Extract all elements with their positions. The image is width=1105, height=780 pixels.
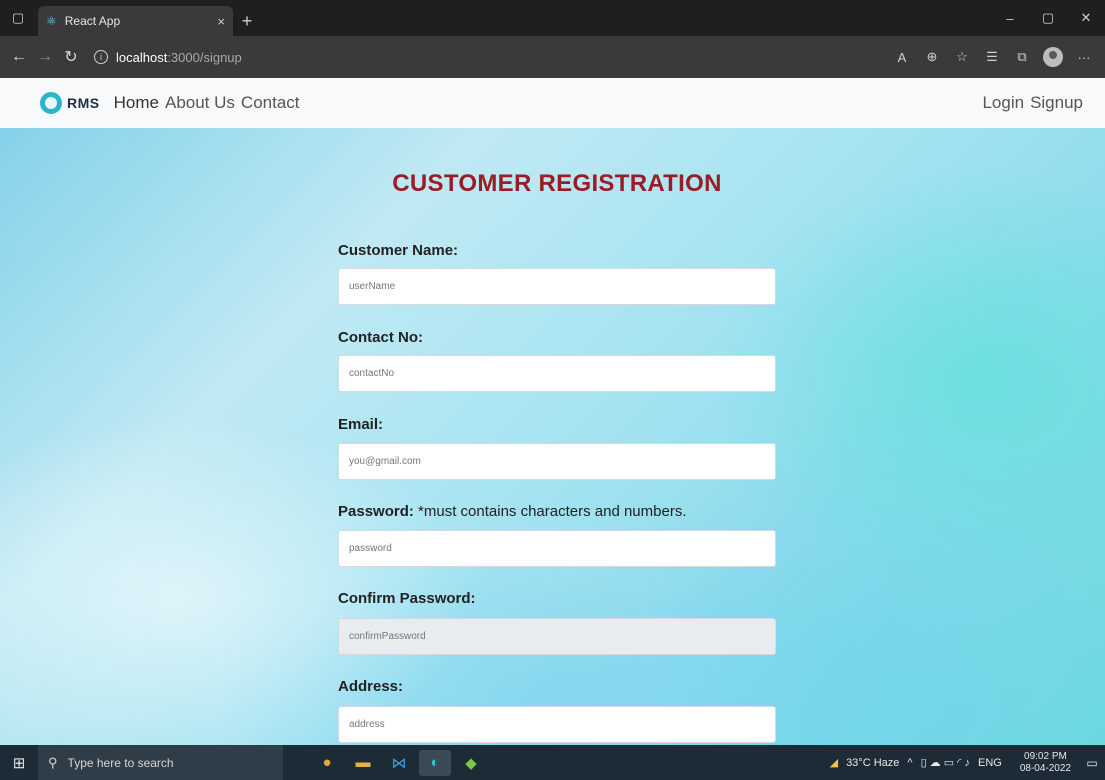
forward-icon[interactable]: → xyxy=(32,48,58,66)
customer-name-input[interactable]: userName xyxy=(338,268,776,305)
nav-home-link[interactable]: Home xyxy=(114,93,159,113)
file-explorer-icon[interactable]: ▬ xyxy=(347,750,379,776)
nav-about-link[interactable]: About Us xyxy=(165,93,235,113)
confirm-password-label: Confirm Password: xyxy=(338,590,476,607)
refresh-icon[interactable]: ↻ xyxy=(58,47,84,67)
more-icon[interactable]: ··· xyxy=(1069,50,1099,65)
react-logo-icon: ⚛ xyxy=(46,14,57,28)
collections-icon[interactable]: ⧉ xyxy=(1007,49,1037,65)
os-taskbar: ⊞ ⚲ Type here to search ● ▬ ⋈ ◐ ◆ ◢ 33°C… xyxy=(0,745,1105,780)
url-host: localhost xyxy=(116,49,168,65)
address-bar: ← → ↻ i localhost :3000/signup A ⊕ ☆ ☰ ⧉… xyxy=(0,36,1105,78)
tray-chevron-icon[interactable]: ^ xyxy=(907,757,912,769)
password-hint: *must contains characters and numbers. xyxy=(418,503,687,520)
weather-icon: ◢ xyxy=(829,757,839,769)
chrome-icon[interactable]: ● xyxy=(311,750,343,776)
language-indicator[interactable]: ENG xyxy=(978,757,1002,769)
back-icon[interactable]: ← xyxy=(6,48,32,66)
rms-logo-icon xyxy=(40,92,62,114)
confirm-password-input[interactable]: confirmPassword xyxy=(338,618,776,655)
contact-no-label: Contact No: xyxy=(338,329,423,346)
nav-signup-link[interactable]: Signup xyxy=(1030,93,1083,113)
password-label: Password: xyxy=(338,503,414,520)
maximize-button[interactable]: ▢ xyxy=(1029,10,1067,26)
tab-actions-icon[interactable]: ▢ xyxy=(0,0,36,36)
taskbar-apps: ● ▬ ⋈ ◐ ◆ xyxy=(311,749,491,776)
email-input[interactable]: you@gmail.com xyxy=(338,443,776,480)
search-icon: ⚲ xyxy=(48,754,58,770)
weather-text[interactable]: 33°C Haze xyxy=(846,757,899,769)
brand-text: RMS xyxy=(67,95,100,111)
info-icon[interactable]: i xyxy=(94,50,108,64)
page-content: RMS Home About Us Contact Login Signup C… xyxy=(0,78,1105,745)
close-window-button[interactable]: ✕ xyxy=(1067,10,1105,26)
spring-tool-icon[interactable]: ◆ xyxy=(455,750,487,776)
form-title: CUSTOMER REGISTRATION xyxy=(392,170,722,197)
site-navbar: RMS Home About Us Contact Login Signup xyxy=(0,78,1105,128)
contact-no-input[interactable]: contactNo xyxy=(338,355,776,392)
nav-contact-link[interactable]: Contact xyxy=(241,93,300,113)
vscode-icon[interactable]: ⋈ xyxy=(383,750,415,776)
clock-date: 08-04-2022 xyxy=(1019,762,1071,774)
profile-avatar[interactable] xyxy=(1043,47,1063,67)
url-path: :3000/signup xyxy=(167,49,242,65)
minimize-button[interactable]: – xyxy=(991,11,1029,26)
taskbar-search[interactable]: ⚲ Type here to search xyxy=(38,745,283,780)
read-aloud-icon[interactable]: A xyxy=(887,50,917,65)
new-tab-button[interactable]: + xyxy=(233,6,261,36)
address-label: Address: xyxy=(338,678,404,695)
favorites-list-icon[interactable]: ☰ xyxy=(977,49,1007,65)
browser-tab[interactable]: ⚛ React App × xyxy=(38,6,233,36)
edge-icon[interactable]: ◐ xyxy=(419,749,451,776)
clock[interactable]: 09:02 PM 08-04-2022 xyxy=(1012,751,1071,775)
password-input[interactable]: password xyxy=(338,530,776,567)
search-placeholder: Type here to search xyxy=(67,755,174,770)
address-input[interactable]: address xyxy=(338,706,776,743)
windows-start-icon[interactable]: ⊞ xyxy=(0,754,38,772)
tab-close-icon[interactable]: × xyxy=(217,14,225,29)
clock-time: 09:02 PM xyxy=(1024,750,1067,762)
notification-icon[interactable]: ▭ xyxy=(1079,756,1105,770)
browser-tools: A ⊕ ☆ ☰ ⧉ ··· xyxy=(887,47,1099,67)
tray-icons[interactable]: ▯ ☁ ▭ ◜ ♪ xyxy=(921,756,970,769)
zoom-icon[interactable]: ⊕ xyxy=(917,49,947,65)
password-label-row: Password: *must contains characters and … xyxy=(338,503,687,520)
favorite-icon[interactable]: ☆ xyxy=(947,49,977,65)
system-tray: ◢ 33°C Haze ^ ▯ ☁ ▭ ◜ ♪ ENG 09:02 PM 08-… xyxy=(822,751,1105,775)
window-controls: – ▢ ✕ xyxy=(991,0,1105,36)
tab-title: React App xyxy=(64,14,121,28)
url-field[interactable]: i localhost :3000/signup xyxy=(94,42,242,72)
email-label: Email: xyxy=(338,416,384,433)
nav-auth-links: Login Signup xyxy=(976,93,1083,113)
customer-name-label: Customer Name: xyxy=(338,242,459,259)
browser-titlebar: ▢ ⚛ React App × + – ▢ ✕ xyxy=(0,0,1105,36)
brand-logo[interactable]: RMS xyxy=(40,92,100,114)
nav-login-link[interactable]: Login xyxy=(982,93,1024,113)
